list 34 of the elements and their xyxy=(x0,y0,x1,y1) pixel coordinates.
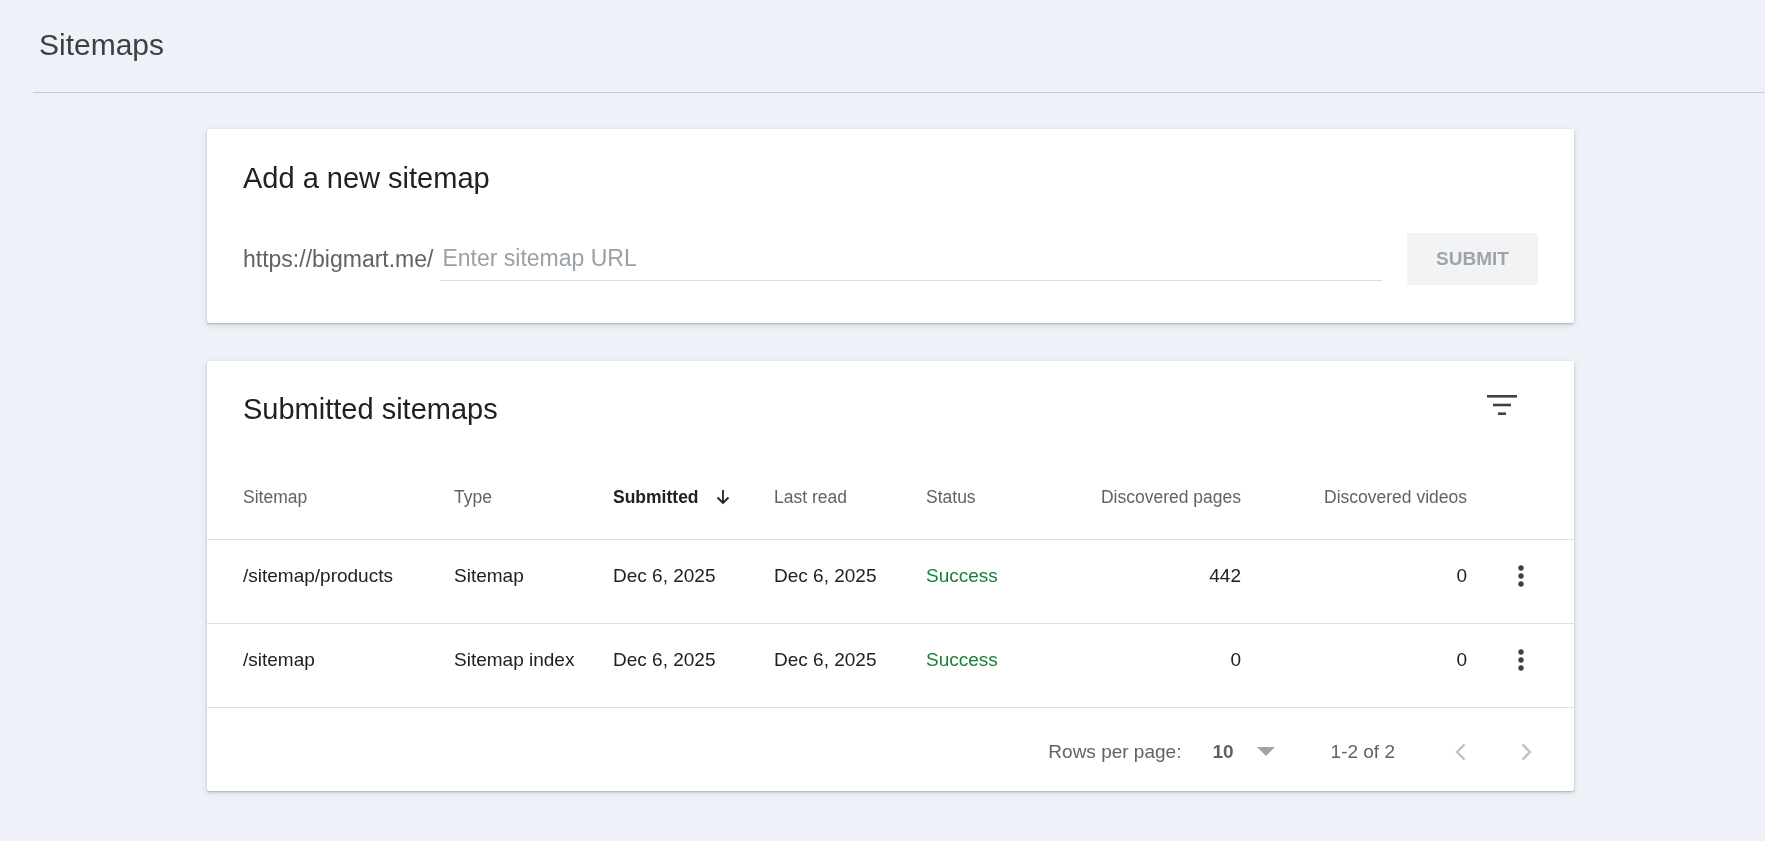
rows-per-page-select[interactable]: 10 xyxy=(1212,740,1275,763)
column-header[interactable]: Sitemap xyxy=(243,486,308,508)
filter-icon[interactable] xyxy=(1487,395,1517,415)
column-header[interactable]: Submitted xyxy=(613,486,730,508)
table-cell-text: 0 xyxy=(1455,648,1467,671)
table-cell-text: 0 xyxy=(1455,564,1467,587)
column-header[interactable]: Status xyxy=(926,486,976,508)
sitemap-url-field[interactable]: Enter sitemap URL xyxy=(440,237,1382,281)
rows-per-page-label: Rows per page: xyxy=(1048,740,1182,763)
column-header[interactable]: Type xyxy=(454,486,492,508)
table-cell-text: Sitemap index xyxy=(454,648,576,671)
status-text: Success xyxy=(926,564,999,587)
card-title: Add a new sitemap xyxy=(243,161,490,196)
arrow-down-icon xyxy=(715,489,730,505)
page-range: 1-2 of 2 xyxy=(1330,740,1395,763)
column-header[interactable]: Discovered pages xyxy=(1100,486,1241,508)
status-text: Success xyxy=(926,648,999,671)
caret-icon xyxy=(1256,747,1275,756)
table-cell-text: 0 xyxy=(1229,648,1241,671)
card-title: Submitted sitemaps xyxy=(243,392,498,427)
more-vert-icon[interactable] xyxy=(1517,564,1524,587)
page-title: Sitemaps xyxy=(39,27,165,63)
table-cell-text: /sitemap xyxy=(243,648,316,671)
table-cell-text: Dec 6, 2025 xyxy=(613,564,717,587)
column-header[interactable]: Discovered videos xyxy=(1324,486,1467,508)
table-cell-text: Sitemap xyxy=(454,564,525,587)
table-cell-text: Dec 6, 2025 xyxy=(613,648,717,671)
url-prefix: https://bigmart.me/ xyxy=(243,245,434,273)
table-cell-text: Dec 6, 2025 xyxy=(774,564,878,587)
table-cell-text: /sitemap/products xyxy=(243,564,394,587)
table-cell-text: 442 xyxy=(1208,564,1241,587)
table-cell-text: Dec 6, 2025 xyxy=(774,648,878,671)
more-vert-icon[interactable] xyxy=(1517,648,1524,671)
column-header[interactable]: Last read xyxy=(774,486,847,508)
